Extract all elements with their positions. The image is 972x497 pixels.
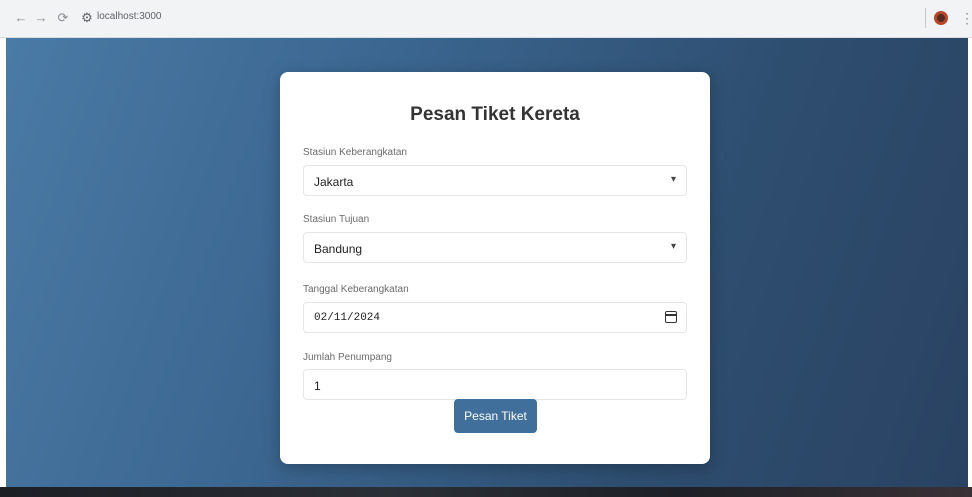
booking-form-card: Pesan Tiket Kereta Stasiun Keberangkatan… [280,72,710,464]
destination-select[interactable]: Bandung ▾ [303,232,687,263]
profile-icon[interactable] [934,11,948,25]
form-title: Pesan Tiket Kereta [410,104,580,125]
destination-label: Stasiun Tujuan [303,214,370,225]
passengers-input[interactable]: 1 [303,369,687,400]
departure-value: Jakarta [314,175,354,189]
address-bar[interactable]: localhost:3000 [97,11,162,22]
calendar-icon[interactable] [665,311,677,323]
arrow-right-icon[interactable]: → [32,9,50,27]
destination-value: Bandung [314,242,363,256]
passengers-value: 1 [314,379,321,393]
site-info-icon[interactable]: ⚙ [78,9,96,27]
departure-label: Stasiun Keberangkatan [303,147,407,158]
passengers-label: Jumlah Penumpang [303,352,392,363]
chevron-down-icon: ▾ [670,174,676,185]
kebab-menu-icon[interactable]: ⋮ [960,9,972,27]
departure-select[interactable]: Jakarta ▾ [303,165,687,196]
arrow-left-icon[interactable]: ← [12,9,30,27]
taskbar-strip [0,487,972,497]
date-input[interactable]: 02/11/2024 [303,302,687,333]
reload-icon[interactable]: ⟳ [54,9,72,27]
date-value: 02/11/2024 [314,312,381,324]
chevron-down-icon: ▾ [670,241,676,252]
submit-button[interactable]: Pesan Tiket [454,399,537,433]
date-label: Tanggal Keberangkatan [303,284,409,295]
toolbar-divider [925,8,926,28]
browser-toolbar: ← → ⟳ ⚙ localhost:3000 ⋮ [0,0,972,38]
